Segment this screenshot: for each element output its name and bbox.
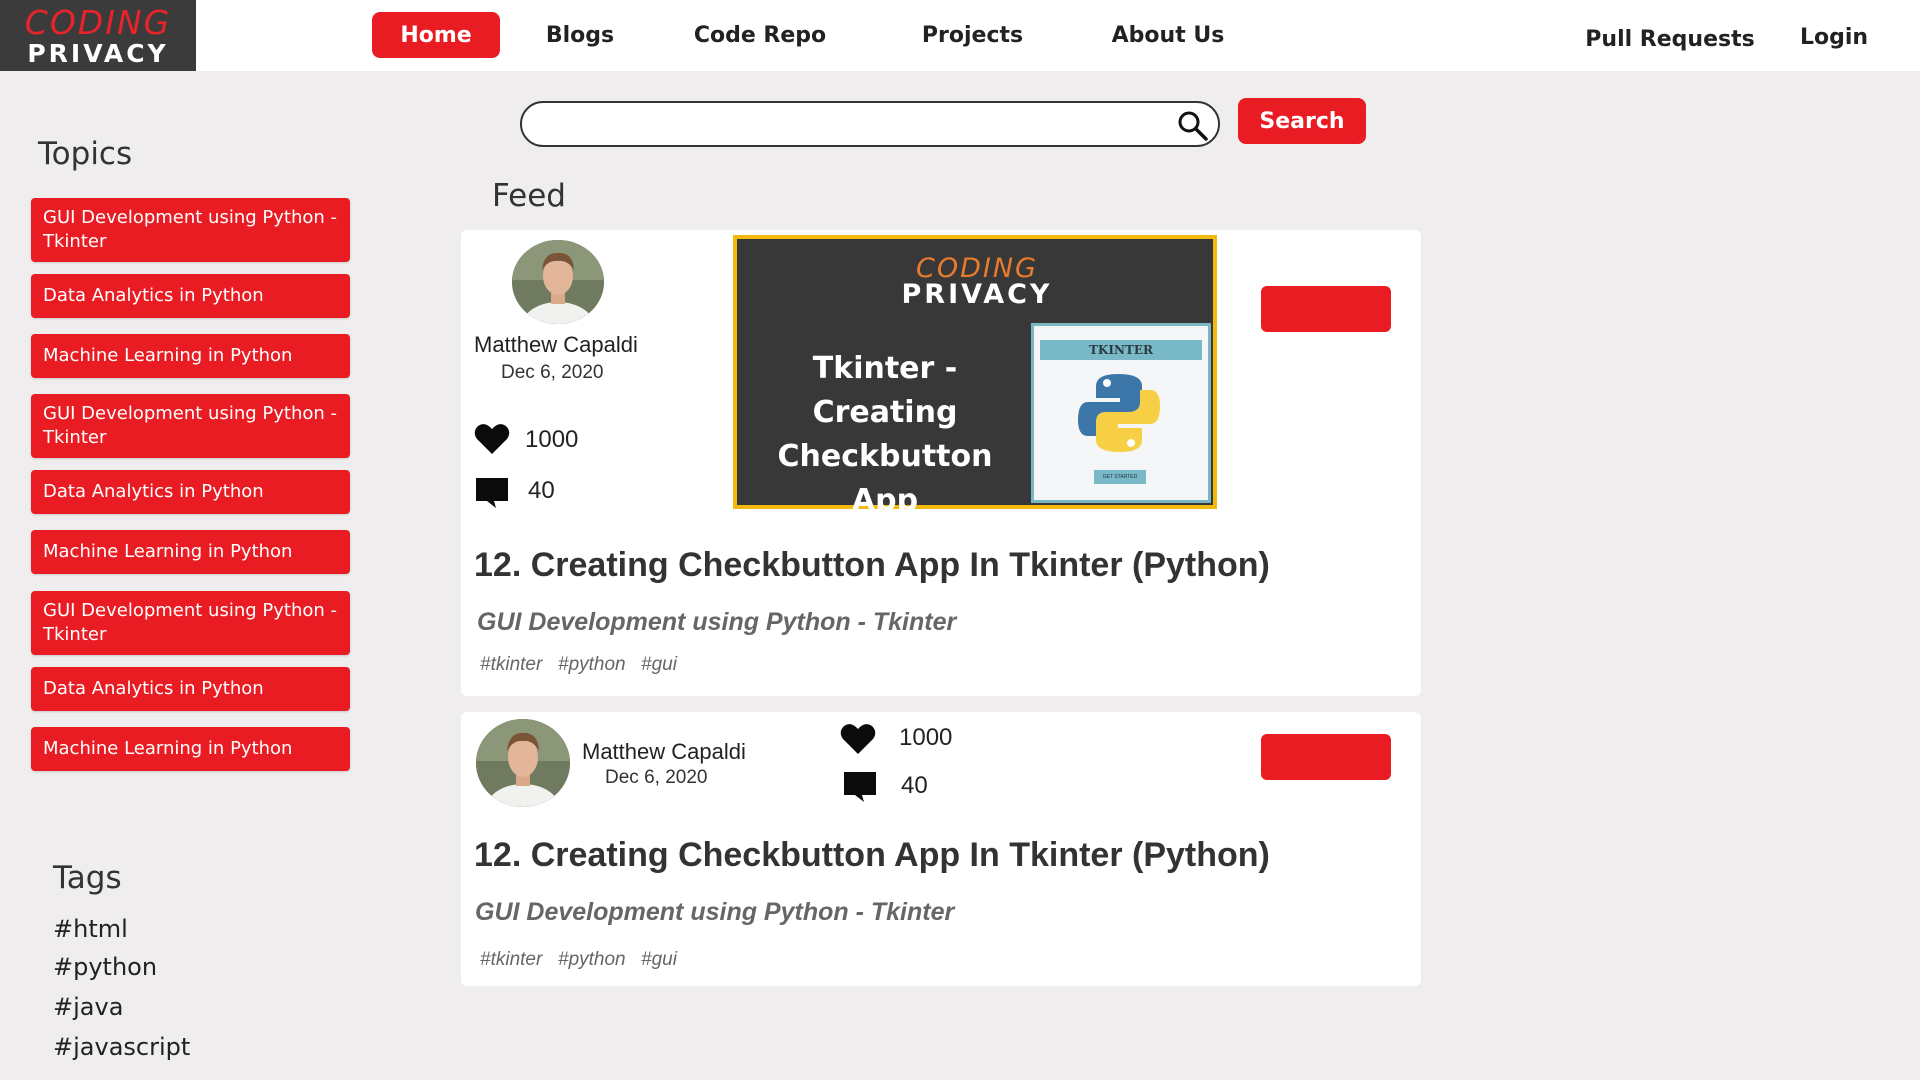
post-topic[interactable]: GUI Development using Python - Tkinter <box>475 898 954 927</box>
search-button[interactable]: Search <box>1238 98 1366 144</box>
author-avatar[interactable] <box>512 240 604 324</box>
post-tag[interactable]: #tkinter <box>480 654 542 676</box>
comment-icon[interactable] <box>474 474 512 512</box>
topic-machine-learning[interactable]: Machine Learning in Python <box>31 530 350 574</box>
tag-link[interactable]: #javascript <box>53 1033 190 1061</box>
topic-data-analytics[interactable]: Data Analytics in Python <box>31 667 350 711</box>
avatar-image <box>476 719 570 807</box>
heart-icon[interactable] <box>839 720 877 758</box>
post-card: Matthew Capaldi Dec 6, 2020 1000 40 12. … <box>461 712 1421 986</box>
logo-line1: CODING <box>24 2 172 42</box>
likes-count: 1000 <box>525 426 579 453</box>
author-name[interactable]: Matthew Capaldi <box>582 739 746 765</box>
search-icon[interactable] <box>1176 109 1210 143</box>
post-title[interactable]: 12. Creating Checkbutton App In Tkinter … <box>474 546 1270 585</box>
post-action-button[interactable] <box>1261 734 1391 780</box>
tag-link[interactable]: #python <box>53 953 157 981</box>
nav-home[interactable]: Home <box>372 12 500 58</box>
post-tag[interactable]: #gui <box>641 654 677 676</box>
topic-gui-tkinter[interactable]: GUI Development using Python - Tkinter <box>31 591 350 655</box>
likes-count: 1000 <box>899 724 953 751</box>
author-name[interactable]: Matthew Capaldi <box>474 332 638 358</box>
topic-gui-tkinter[interactable]: GUI Development using Python - Tkinter <box>31 198 350 262</box>
topic-data-analytics[interactable]: Data Analytics in Python <box>31 470 350 514</box>
post-date: Dec 6, 2020 <box>501 362 604 383</box>
top-navbar: CODING PRIVACY Home Blogs Code Repo Proj… <box>0 0 1920 71</box>
thumbnail-heading: Tkinter - Creating Checkbutton App <box>737 347 1033 523</box>
nav-projects[interactable]: Projects <box>915 12 1030 58</box>
avatar-image <box>512 240 604 324</box>
author-avatar[interactable] <box>476 719 570 807</box>
nav-code-repo[interactable]: Code Repo <box>686 12 834 58</box>
post-action-button[interactable] <box>1261 286 1391 332</box>
topic-gui-tkinter[interactable]: GUI Development using Python - Tkinter <box>31 394 350 458</box>
site-logo[interactable]: CODING PRIVACY <box>0 0 196 71</box>
post-date: Dec 6, 2020 <box>605 767 708 788</box>
search-input[interactable] <box>540 109 1160 139</box>
topic-data-analytics[interactable]: Data Analytics in Python <box>31 274 350 318</box>
post-tag[interactable]: #tkinter <box>480 949 542 971</box>
thumbnail-brand-line2: PRIVACY <box>901 279 1053 310</box>
thumbnail-heading-line: Creating Checkbutton <box>777 395 993 474</box>
python-logo-icon <box>1078 374 1160 452</box>
post-tag[interactable]: #python <box>558 654 626 676</box>
topic-machine-learning[interactable]: Machine Learning in Python <box>31 727 350 771</box>
topics-heading: Topics <box>38 136 133 172</box>
post-card: Matthew Capaldi Dec 6, 2020 1000 40 CODI… <box>461 230 1421 696</box>
post-title[interactable]: 12. Creating Checkbutton App In Tkinter … <box>474 836 1270 875</box>
nav-about-us[interactable]: About Us <box>1108 12 1228 58</box>
feed-heading: Feed <box>492 178 566 214</box>
thumbnail-heading-line: Tkinter - <box>812 351 958 386</box>
comment-icon[interactable] <box>842 768 880 806</box>
post-topic[interactable]: GUI Development using Python - Tkinter <box>477 608 956 637</box>
tag-link[interactable]: #java <box>53 993 123 1021</box>
tags-heading: Tags <box>53 860 122 896</box>
post-thumbnail[interactable]: CODING PRIVACY Tkinter - Creating Checkb… <box>733 235 1217 518</box>
search-bar <box>520 101 1220 147</box>
heart-icon[interactable] <box>473 420 511 458</box>
nav-blogs[interactable]: Blogs <box>530 12 630 58</box>
thumbnail-window-title: TKINTER <box>1040 340 1202 360</box>
tag-link[interactable]: #html <box>53 915 128 943</box>
thumbnail-window-button: GET STARTED <box>1094 470 1146 484</box>
comments-count: 40 <box>901 772 928 799</box>
nav-pull-requests[interactable]: Pull Requests <box>1580 16 1760 62</box>
post-tag[interactable]: #gui <box>641 949 677 971</box>
topic-machine-learning[interactable]: Machine Learning in Python <box>31 334 350 378</box>
post-tag[interactable]: #python <box>558 949 626 971</box>
comments-count: 40 <box>528 477 555 504</box>
nav-login[interactable]: Login <box>1794 14 1874 60</box>
thumbnail-heading-line: App <box>851 483 919 518</box>
thumbnail-tkinter-window: TKINTER GET STARTED <box>1031 323 1211 503</box>
logo-line2: PRIVACY <box>27 38 169 68</box>
